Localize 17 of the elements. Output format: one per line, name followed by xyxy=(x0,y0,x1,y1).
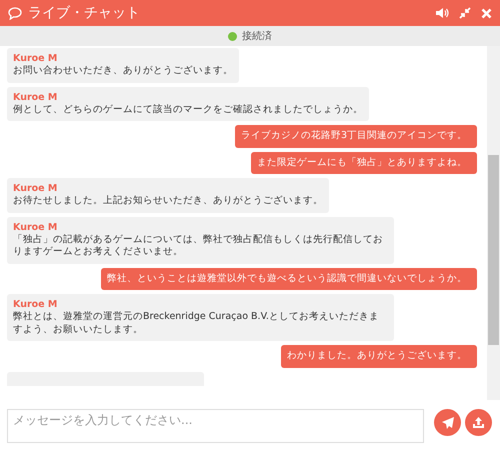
message-text: 弊社とは、遊雅堂の運営元のBreckenridge Curaçao B.V.としてお考えいただきますよう、お願いいたします。 xyxy=(13,311,380,336)
sender-name: Kuroe M xyxy=(13,53,58,65)
user-message-bubble: ライブカジノの花路野3丁目関連のアイコンです。 xyxy=(234,125,477,148)
status-text: 接続済 xyxy=(242,30,272,43)
user-message-bubble: また限定ゲームにも「独占」とありますよね。 xyxy=(251,152,477,174)
sender-name: Kuroe M xyxy=(13,299,58,311)
sender-name: Kuroe M xyxy=(13,222,58,234)
message-text: 例として、どちらのゲームにて該当のマークをご確認されましたでしょうか。 xyxy=(13,104,363,116)
user-message-bubble: わかりました。ありがとうございます。 xyxy=(281,345,477,368)
window-title: ライブ・チャット xyxy=(28,4,141,22)
message-text: お待たせしました。上記お知らせいただき、ありがとうございます。 xyxy=(13,195,323,208)
user-message-bubble: 弊社、ということは遊雅堂以外でも遊べるという認識で間違いないでしょうか。 xyxy=(101,268,477,290)
message-text: お問い合わせいただき、ありがとうございます。 xyxy=(13,65,233,78)
sender-name: Kuroe M xyxy=(13,183,58,195)
message-text: 「独占」の記載があるゲームについては、弊社で独占配信もしくは先行配信しておりますゲームとお考えくださいませ。 xyxy=(13,234,384,258)
sender-name: Kuroe M xyxy=(13,92,58,104)
message-input[interactable]: メッセージを入力してください... xyxy=(7,409,424,443)
